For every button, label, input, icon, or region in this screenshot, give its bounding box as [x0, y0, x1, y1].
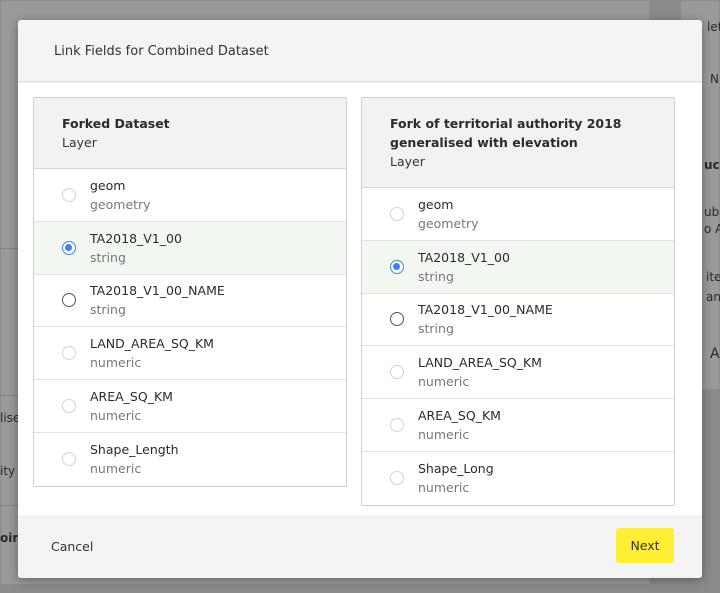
next-button[interactable]: Next	[616, 528, 674, 563]
field-name: geom	[418, 196, 454, 212]
dialog-footer: Cancel Next	[18, 515, 702, 578]
field-row[interactable]: LAND_AREA_SQ_KM numeric	[34, 327, 346, 381]
radio-button[interactable]	[390, 418, 404, 433]
radio-button[interactable]	[390, 312, 404, 327]
field-type: numeric	[90, 461, 142, 477]
radio-button[interactable]	[62, 240, 76, 255]
radio-button[interactable]	[62, 187, 76, 202]
radio-button[interactable]	[62, 399, 76, 414]
field-name: LAND_AREA_SQ_KM	[90, 336, 214, 352]
field-row[interactable]: TA2018_V1_00 string	[362, 240, 674, 294]
field-type: string	[418, 268, 454, 284]
field-name: Shape_Long	[418, 461, 494, 477]
column-title: Fork of territorial authority 2018	[390, 116, 622, 131]
field-row[interactable]: AREA_SQ_KM numeric	[362, 399, 674, 452]
radio-button[interactable]	[390, 471, 404, 486]
field-name: AREA_SQ_KM	[90, 389, 173, 405]
background-text: N	[710, 72, 719, 86]
field-name: TA2018_V1_00_NAME	[90, 283, 225, 299]
target-dataset-column: Fork of territorial authority 2018 gener…	[361, 97, 675, 506]
background-divider	[0, 505, 18, 506]
field-row[interactable]: Shape_Long numeric	[362, 452, 674, 505]
radio-button[interactable]	[62, 346, 76, 361]
field-name: TA2018_V1_00	[418, 249, 510, 265]
background-divider	[0, 248, 18, 249]
field-type: geometry	[418, 215, 479, 231]
dialog-body: Forked Dataset Layer geom geometry TA201…	[18, 83, 702, 515]
background-text: ubli	[704, 205, 720, 219]
field-type: string	[90, 302, 126, 318]
field-type: numeric	[90, 408, 142, 424]
field-name: TA2018_V1_00_NAME	[418, 302, 553, 318]
field-type: numeric	[418, 427, 470, 443]
field-row[interactable]: TA2018_V1_00_NAME string	[362, 294, 674, 347]
column-subtitle: Layer	[390, 154, 425, 169]
field-name: Shape_Length	[90, 442, 179, 458]
field-type: string	[418, 321, 454, 337]
link-fields-dialog: Link Fields for Combined Dataset Forked …	[18, 20, 702, 578]
field-row[interactable]: Shape_Length numeric	[34, 433, 346, 486]
background-text: ucce	[704, 158, 720, 172]
background-text: o A	[704, 222, 720, 236]
background-text: A	[710, 346, 720, 362]
field-name: TA2018_V1_00	[90, 230, 182, 246]
field-type: geometry	[90, 196, 151, 212]
field-row[interactable]: geom geometry	[34, 169, 346, 222]
field-row[interactable]: AREA_SQ_KM numeric	[34, 380, 346, 433]
field-type: numeric	[418, 480, 470, 496]
dialog-header: Link Fields for Combined Dataset	[18, 20, 702, 82]
field-name: LAND_AREA_SQ_KM	[418, 355, 542, 371]
cancel-button[interactable]: Cancel	[51, 539, 93, 554]
field-list: geom geometry TA2018_V1_00 string TA2018…	[362, 188, 674, 505]
field-type: numeric	[418, 374, 470, 390]
dialog-title: Link Fields for Combined Dataset	[54, 44, 269, 59]
radio-button[interactable]	[62, 293, 76, 308]
field-row[interactable]: LAND_AREA_SQ_KM numeric	[362, 346, 674, 400]
field-name: geom	[90, 177, 126, 193]
column-title-line2: generalised with elevation	[390, 135, 578, 150]
column-header: Forked Dataset Layer	[34, 98, 346, 169]
field-row[interactable]: geom geometry	[362, 188, 674, 241]
field-type: string	[90, 249, 126, 265]
background-text: letai	[707, 20, 720, 34]
column-header: Fork of territorial authority 2018 gener…	[362, 98, 674, 188]
field-name: AREA_SQ_KM	[418, 408, 501, 424]
background-text: ite	[706, 270, 720, 284]
field-type: numeric	[90, 355, 142, 371]
forked-dataset-column: Forked Dataset Layer geom geometry TA201…	[33, 97, 347, 487]
background-divider	[0, 395, 18, 396]
radio-button[interactable]	[62, 452, 76, 467]
field-row[interactable]: TA2018_V1_00 string	[34, 221, 346, 275]
column-subtitle: Layer	[62, 135, 97, 150]
radio-button[interactable]	[390, 365, 404, 380]
radio-button[interactable]	[390, 259, 404, 274]
field-row[interactable]: TA2018_V1_00_NAME string	[34, 275, 346, 328]
field-list: geom geometry TA2018_V1_00 string TA2018…	[34, 169, 346, 486]
radio-button[interactable]	[390, 206, 404, 221]
background-text: an	[706, 290, 720, 304]
column-title: Forked Dataset	[62, 116, 170, 131]
